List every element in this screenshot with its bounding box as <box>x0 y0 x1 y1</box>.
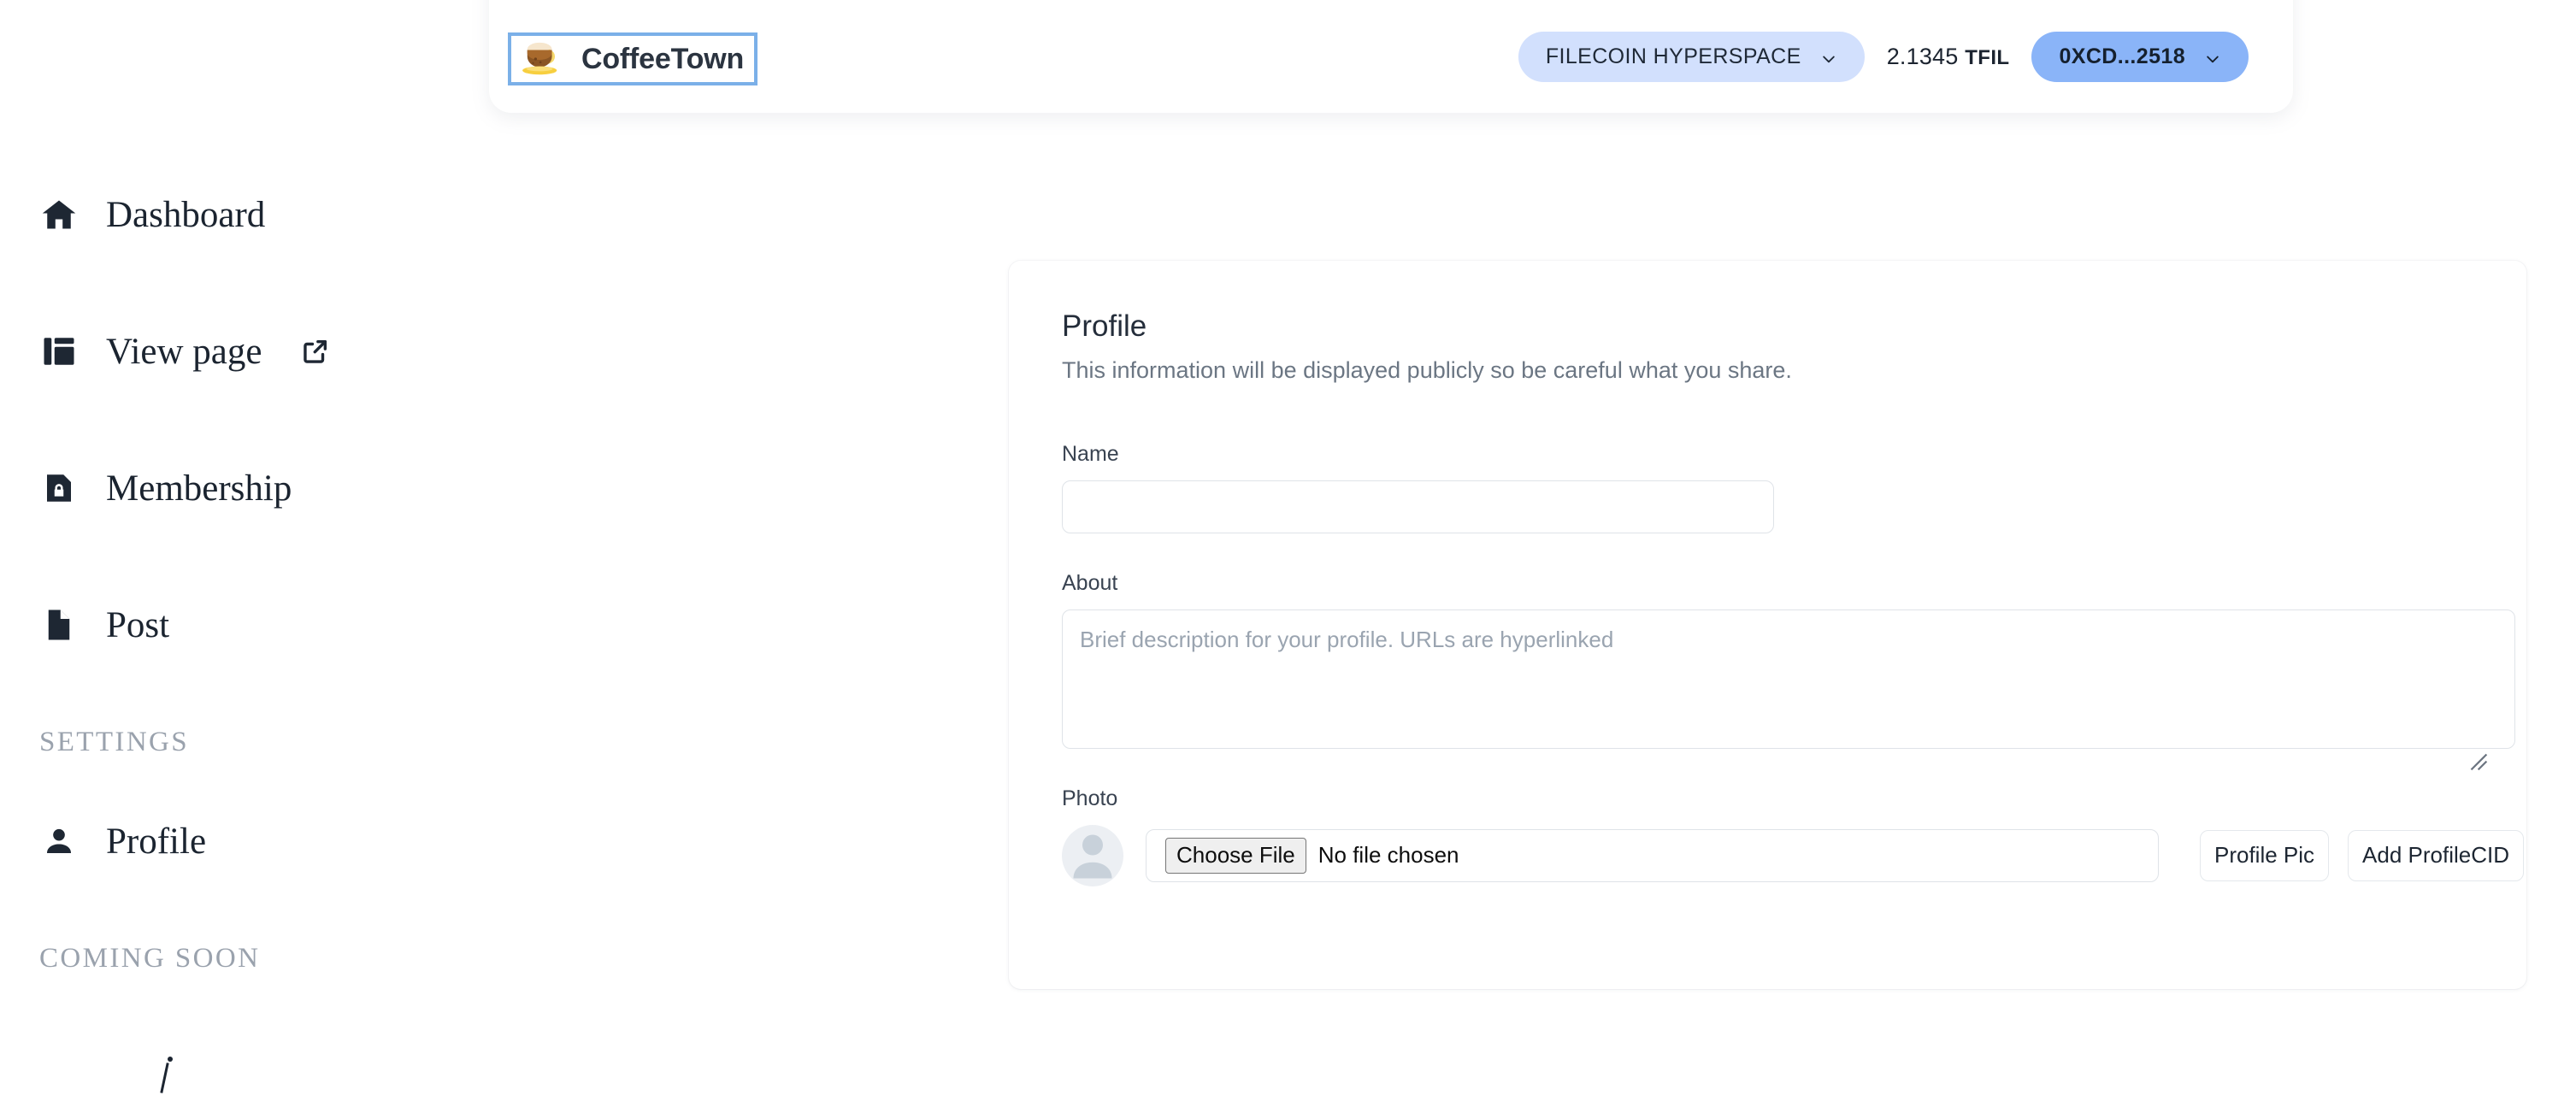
photo-action-buttons: Profile Pic Add ProfileCID <box>2200 829 2525 881</box>
sidebar-item-label: Membership <box>106 468 292 509</box>
file-status-label: No file chosen <box>1317 842 1459 869</box>
choose-file-button[interactable]: Choose File <box>1165 837 1306 874</box>
sidebar-item-post[interactable]: Post <box>39 590 479 660</box>
default-avatar-icon <box>1062 825 1123 886</box>
avatar <box>1062 824 1123 886</box>
text-caret-dot-artifact <box>168 1057 173 1062</box>
wallet-balance: 2.1345 TFIL <box>1887 44 2010 70</box>
text-caret-artifact <box>160 1063 169 1093</box>
brand-logo-link[interactable]: CoffeeTown <box>507 32 758 85</box>
page-title: Profile <box>1062 309 1147 343</box>
photo-row: Choose File No file chosen Profile Pic A… <box>1062 824 2525 886</box>
coffee-cup-icon <box>516 39 569 79</box>
about-textarea[interactable] <box>1062 609 2515 749</box>
layout-sidebar-icon <box>39 332 79 371</box>
name-field-block: Name <box>1062 442 2484 533</box>
page-subtitle: This information will be displayed publi… <box>1062 357 1792 383</box>
photo-field-label: Photo <box>1062 786 1118 810</box>
sidebar-item-dashboard[interactable]: Dashboard <box>39 180 479 250</box>
chevron-down-icon <box>1820 49 1837 66</box>
sidebar-item-label: View page <box>106 331 262 372</box>
about-field-block: About <box>1062 570 2515 749</box>
person-icon <box>39 821 79 861</box>
network-label: FILECOIN HYPERSPACE <box>1545 44 1801 68</box>
wallet-address-button[interactable]: 0XCD...2518 <box>2031 32 2249 82</box>
name-input[interactable] <box>1062 480 1774 533</box>
sidebar-item-label: Profile <box>106 821 207 862</box>
sidebar-group-settings: SETTINGS Profile <box>39 727 479 876</box>
sidebar-item-label: Dashboard <box>106 194 266 235</box>
profile-settings-panel: Profile This information will be display… <box>1009 261 2526 989</box>
photo-file-input[interactable]: Choose File No file chosen <box>1146 828 2159 882</box>
balance-amount: 2.1345 <box>1886 44 1959 69</box>
sidebar-group-coming-soon: COMING SOON <box>39 943 479 975</box>
add-profile-cid-button[interactable]: Add ProfileCID <box>2348 829 2525 881</box>
external-link-icon <box>301 337 330 366</box>
lock-document-icon <box>39 468 79 508</box>
sidebar-settings-heading: SETTINGS <box>39 727 190 757</box>
sidebar-item-view-page[interactable]: View page <box>39 316 479 386</box>
sidebar-coming-soon-heading: COMING SOON <box>39 943 261 974</box>
sidebar-item-membership[interactable]: Membership <box>39 453 479 523</box>
profile-pic-button[interactable]: Profile Pic <box>2200 829 2330 881</box>
sidebar-nav: Dashboard View page Membership Post SETT… <box>0 180 479 1022</box>
header-actions: FILECOIN HYPERSPACE 2.1345 TFIL 0XCD...2… <box>1518 32 2249 82</box>
home-icon <box>39 195 79 234</box>
brand-name: CoffeeTown <box>581 42 745 75</box>
about-field-label: About <box>1062 570 1118 595</box>
photo-field-block: Photo Choose File No file chosen Profile… <box>1062 786 2525 886</box>
sidebar-item-label: Post <box>106 604 170 645</box>
network-selector-button[interactable]: FILECOIN HYPERSPACE <box>1518 32 1865 82</box>
wallet-address-label: 0XCD...2518 <box>2059 44 2185 68</box>
name-field-label: Name <box>1062 441 1119 466</box>
balance-unit: TFIL <box>1965 46 2010 69</box>
document-icon <box>39 605 79 645</box>
app-header: CoffeeTown FILECOIN HYPERSPACE 2.1345 TF… <box>489 0 2293 113</box>
sidebar-item-profile[interactable]: Profile <box>39 806 479 876</box>
chevron-down-icon <box>2204 49 2221 66</box>
